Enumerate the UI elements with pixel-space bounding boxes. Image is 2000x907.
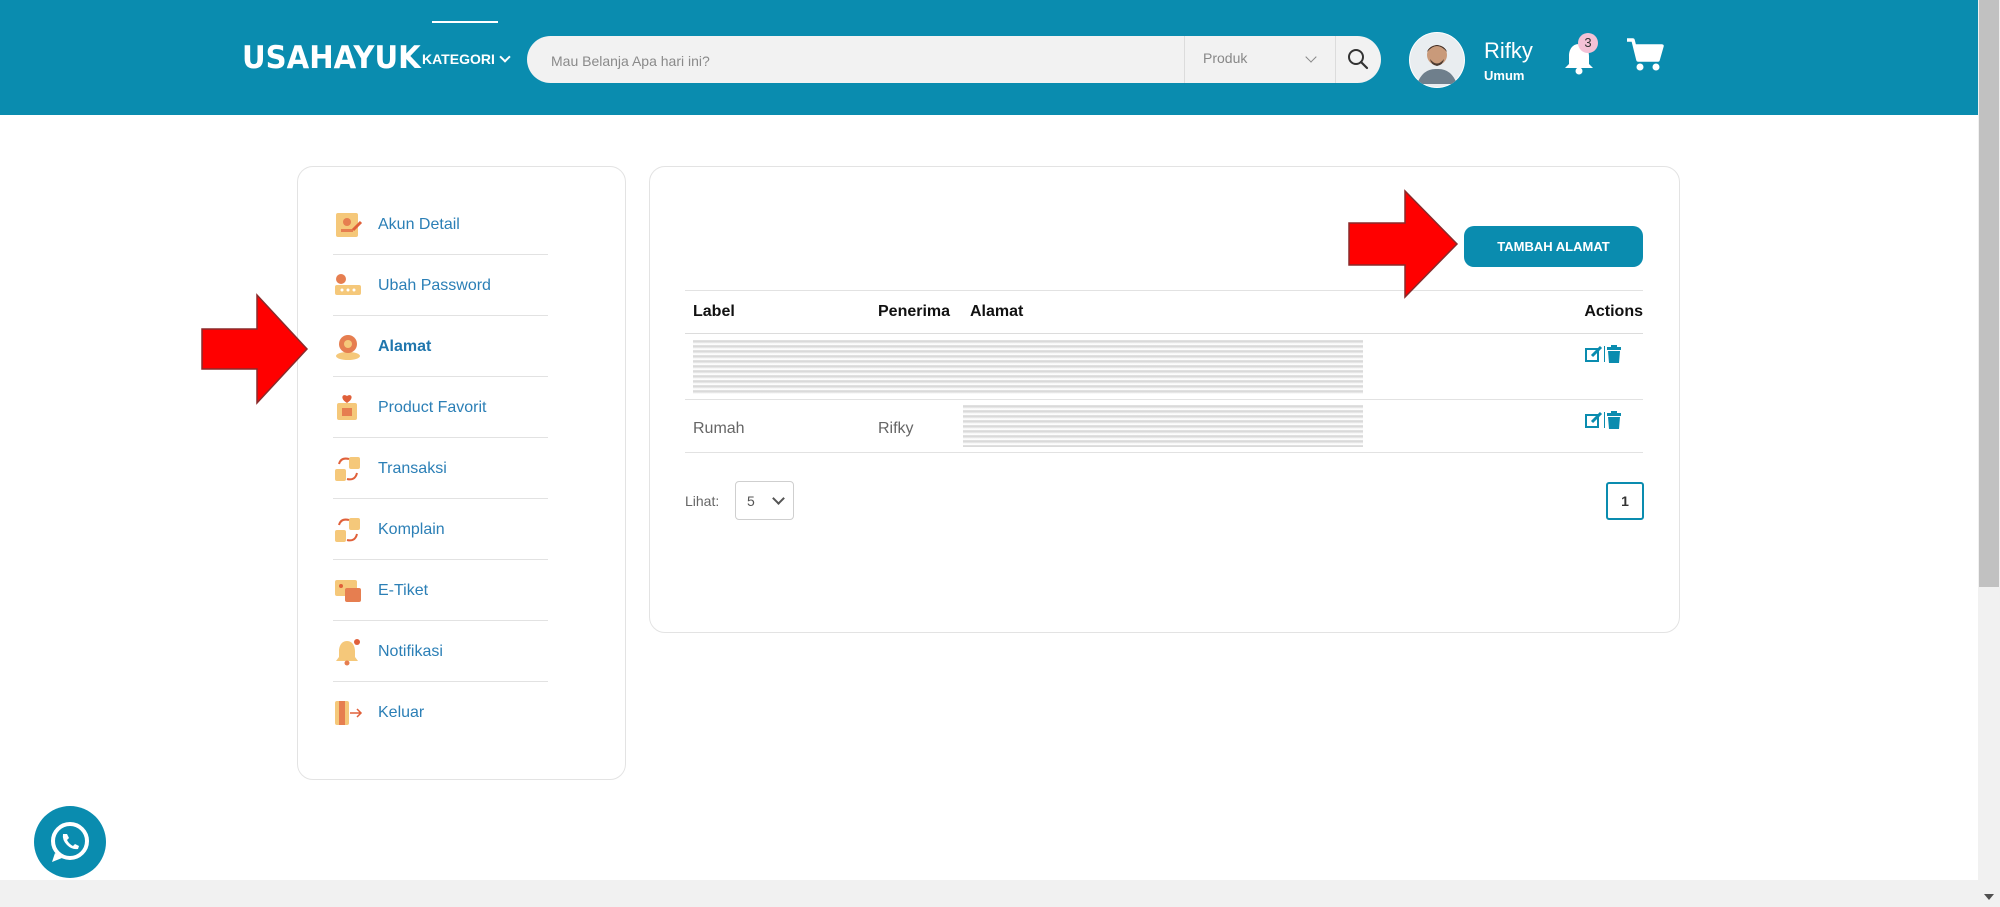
transaction-icon (335, 457, 360, 481)
actions-divider (1604, 412, 1605, 428)
arrow-annotation-icon (201, 293, 309, 405)
sidebar-item-notifikasi[interactable]: Notifikasi (333, 621, 548, 682)
complaint-icon (335, 518, 360, 542)
trash-icon[interactable] (1606, 345, 1622, 363)
favorite-product-icon (337, 395, 357, 420)
user-detail-icon (336, 213, 363, 237)
search-icon (1348, 49, 1369, 70)
redacted-address (963, 405, 1363, 447)
sidebar-item-label: Keluar (378, 704, 425, 721)
per-page-select[interactable]: 5 (735, 481, 794, 520)
edit-icon[interactable] (1585, 345, 1603, 363)
sidebar-item-transaksi[interactable]: Transaksi (333, 438, 548, 499)
user-name[interactable]: Rifky (1484, 38, 1533, 64)
actions-divider (1604, 346, 1605, 362)
address-table: Label Penerima Alamat Actions Rumah Rifk… (685, 290, 1643, 453)
table-row (685, 334, 1643, 400)
search-bar: Produk (527, 36, 1381, 83)
sidebar-item-label: Notifikasi (378, 643, 443, 660)
scroll-down-arrow-icon[interactable] (1984, 894, 1994, 900)
sidebar-item-label: Alamat (378, 338, 432, 355)
row-label: Rumah (693, 420, 745, 437)
vertical-scrollbar[interactable] (1978, 0, 2000, 907)
notification-badge: 3 (1578, 33, 1598, 53)
trash-icon[interactable] (1606, 411, 1622, 429)
horizontal-scrollbar[interactable] (0, 880, 1978, 907)
table-header: Label Penerima Alamat Actions (685, 290, 1643, 334)
notification-bell-icon (336, 639, 360, 666)
sidebar-item-label: E-Tiket (378, 582, 429, 599)
password-key-icon (335, 274, 361, 295)
redacted-content (693, 340, 1363, 394)
per-page-value: 5 (747, 493, 755, 509)
tambah-alamat-button[interactable]: TAMBAH ALAMAT (1464, 226, 1643, 267)
scrollbar-thumb[interactable] (1979, 0, 1999, 587)
sidebar-item-e-tiket[interactable]: E-Tiket (333, 560, 548, 621)
page-button[interactable]: 1 (1606, 482, 1644, 520)
logout-icon (335, 701, 363, 725)
sidebar-item-label: Ubah Password (378, 277, 491, 294)
kategori-underline (432, 21, 498, 23)
search-input[interactable] (527, 36, 1208, 83)
edit-icon[interactable] (1585, 411, 1603, 429)
avatar[interactable] (1409, 32, 1465, 88)
sidebar-item-label: Transaksi (378, 460, 447, 477)
row-actions (1585, 411, 1625, 429)
chevron-down-icon (1305, 51, 1317, 63)
sidebar-item-label: Product Favorit (378, 399, 487, 416)
column-header-alamat: Alamat (970, 303, 1024, 320)
kategori-label: KATEGORI (422, 51, 495, 67)
column-header-penerima: Penerima (878, 303, 951, 320)
address-location-icon (336, 335, 360, 360)
sidebar-item-keluar[interactable]: Keluar (333, 682, 548, 742)
search-type-select[interactable]: Produk (1185, 36, 1335, 83)
search-type-value: Produk (1203, 50, 1248, 66)
sidebar-item-akun-detail[interactable]: Akun Detail (333, 194, 548, 255)
sidebar-item-product-favorit[interactable]: Product Favorit (333, 377, 548, 438)
whatsapp-button[interactable] (34, 806, 106, 878)
top-navbar: USAHAYUK KATEGORI Produk Rifky Umum (0, 0, 1978, 115)
row-actions (1585, 345, 1625, 363)
account-sidebar: Akun Detail Ubah Password Alamat Product… (297, 166, 626, 780)
column-header-actions: Actions (1584, 303, 1643, 320)
column-header-label: Label (693, 303, 735, 320)
kategori-dropdown[interactable]: KATEGORI (422, 51, 511, 67)
chevron-down-icon (499, 51, 511, 63)
table-row: Rumah Rifky (685, 400, 1643, 453)
search-button[interactable] (1336, 36, 1381, 83)
user-role: Umum (1484, 68, 1525, 83)
user-avatar-icon (1410, 33, 1464, 87)
sidebar-item-label: Komplain (378, 521, 445, 538)
sidebar-item-komplain[interactable]: Komplain (333, 499, 548, 560)
sidebar-item-alamat[interactable]: Alamat (333, 316, 548, 377)
row-penerima: Rifky (878, 420, 914, 437)
ticket-icon (335, 580, 361, 602)
cart-button[interactable] (1625, 36, 1665, 72)
site-logo[interactable]: USAHAYUK (242, 40, 421, 76)
chevron-down-icon (772, 492, 785, 505)
sidebar-item-ubah-password[interactable]: Ubah Password (333, 255, 548, 316)
cart-icon (1627, 38, 1664, 71)
account-menu: Akun Detail Ubah Password Alamat Product… (333, 194, 548, 742)
arrow-annotation-icon (1348, 189, 1459, 299)
per-page-label: Lihat: (685, 493, 720, 509)
sidebar-item-label: Akun Detail (378, 216, 460, 233)
whatsapp-icon (51, 822, 89, 862)
